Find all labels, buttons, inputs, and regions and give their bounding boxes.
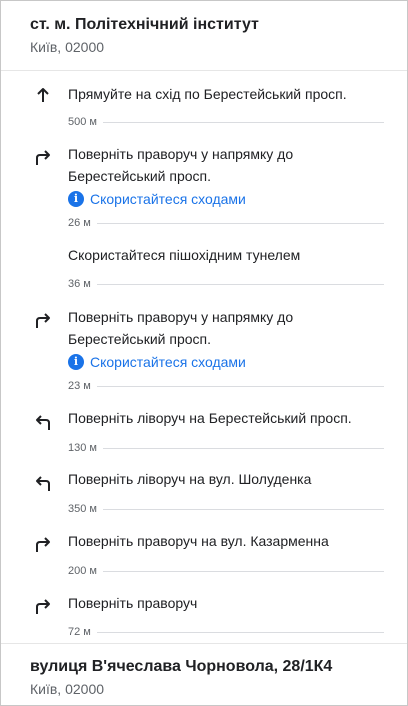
step-distance: 200 м xyxy=(68,564,103,578)
stairs-note[interactable]: i Скористайтеся сходами xyxy=(68,189,388,209)
step-distance: 23 м xyxy=(68,379,97,393)
step-distance-row: 26 м xyxy=(68,216,384,230)
step-text-block: Поверніть праворуч у напрямку до Бересте… xyxy=(68,306,388,372)
step-distance-row: 23 м xyxy=(68,379,384,393)
step-distance: 26 м xyxy=(68,216,97,230)
step-instruction: Поверніть праворуч у напрямку до Бересте… xyxy=(68,146,294,184)
distance-line xyxy=(68,386,384,387)
step-instruction: Поверніть ліворуч на Берестейський просп… xyxy=(68,410,352,426)
step-instruction: Поверніть ліворуч на вул. Шолуденка xyxy=(68,471,312,487)
destination-block[interactable]: вулиця В'ячеслава Чорновола, 28/1К4 Київ… xyxy=(30,657,390,699)
arrow-up-icon xyxy=(34,86,52,104)
note-text: Скористайтеся сходами xyxy=(90,191,246,207)
note-text: Скористайтеся сходами xyxy=(90,354,246,370)
step-distance: 130 м xyxy=(68,441,103,455)
step-distance-row: 500 м xyxy=(68,115,384,129)
info-icon: i xyxy=(68,354,84,370)
step-instruction: Скористайтеся пішохідним тунелем xyxy=(68,247,301,263)
distance-line xyxy=(68,509,384,510)
turn-right-icon xyxy=(34,311,52,329)
stairs-note[interactable]: i Скористайтеся сходами xyxy=(68,352,388,372)
distance-line xyxy=(68,448,384,449)
step-instruction: Поверніть праворуч xyxy=(68,595,198,611)
distance-line xyxy=(68,632,384,633)
distance-line xyxy=(68,122,384,123)
step-instruction: Поверніть праворуч на вул. Казарменна xyxy=(68,533,329,549)
divider xyxy=(1,70,407,71)
turn-right-icon xyxy=(34,597,52,615)
destination-city: Київ, 02000 xyxy=(30,681,105,697)
step-distance: 36 м xyxy=(68,277,97,291)
turn-left-icon xyxy=(34,474,52,492)
distance-line xyxy=(68,284,384,285)
step-distance-row: 130 м xyxy=(68,441,384,455)
step-distance: 72 м xyxy=(68,625,97,639)
step-distance-row: 350 м xyxy=(68,502,384,516)
origin-name: ст. м. Політехнічний інститут xyxy=(30,16,259,33)
step-instruction: Прямуйте на схід по Берестейський просп. xyxy=(68,86,347,102)
destination-name: вулиця В'ячеслава Чорновола, 28/1К4 xyxy=(30,658,333,675)
turn-right-icon xyxy=(34,535,52,553)
step-distance: 350 м xyxy=(68,502,103,516)
origin-block[interactable]: ст. м. Політехнічний інститут Київ, 0200… xyxy=(30,15,390,57)
step-distance-row: 72 м xyxy=(68,625,384,639)
turn-left-icon xyxy=(34,413,52,431)
distance-line xyxy=(68,571,384,572)
step-instruction: Поверніть праворуч у напрямку до Бересте… xyxy=(68,309,294,347)
directions-panel: ст. м. Політехнічний інститут Київ, 0200… xyxy=(0,0,408,706)
divider xyxy=(1,643,407,644)
step-distance-row: 36 м xyxy=(68,277,384,291)
step-text-block: Поверніть праворуч у напрямку до Бересте… xyxy=(68,143,388,209)
info-icon: i xyxy=(68,191,84,207)
distance-line xyxy=(68,223,384,224)
step-distance-row: 200 м xyxy=(68,564,384,578)
turn-right-icon xyxy=(34,148,52,166)
origin-city: Київ, 02000 xyxy=(30,39,105,55)
step-distance: 500 м xyxy=(68,115,103,129)
